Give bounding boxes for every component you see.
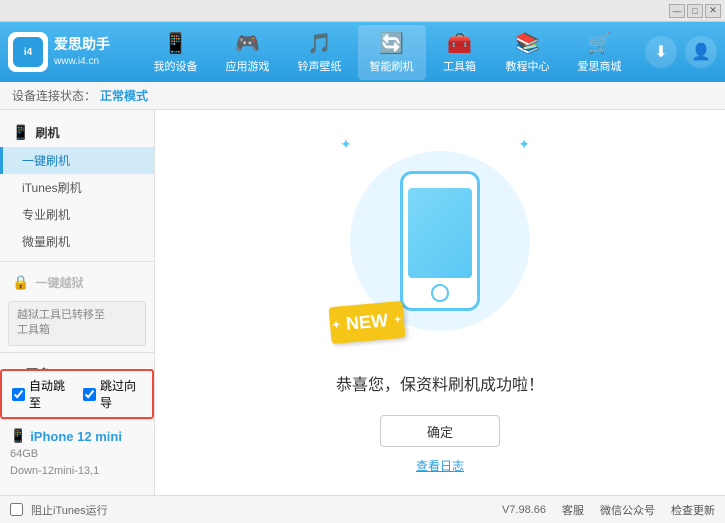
sidebar-divider-2 (0, 352, 154, 353)
nav-label-tools: 工具箱 (443, 58, 476, 74)
sidebar-section-more: ≡ 更多 (0, 359, 154, 369)
jailbreak-section-icon: 🔒 (12, 274, 29, 291)
download-button[interactable]: ⬇ (645, 36, 677, 68)
sidebar-item-itunes[interactable]: iTunes刷机 (0, 174, 154, 201)
sparkle-icon-1: ✦ (340, 136, 352, 153)
tools-icon: 🧰 (447, 31, 472, 56)
phone-illustration: ✦ ✦ ✦ NEW (340, 131, 540, 351)
itunes-label: 阻止iTunes运行 (31, 502, 108, 518)
update-link[interactable]: 检查更新 (671, 502, 715, 518)
sidebar-item-pro[interactable]: 专业刷机 (0, 201, 154, 228)
checkbox-auto-label: 自动跳至 (29, 377, 71, 411)
bottom-bar: 阻止iTunes运行 V7.98.66 客服 微信公众号 检查更新 (0, 495, 725, 523)
sidebar-wrapper: 📱 刷机 一键刷机 iTunes刷机 专业刷机 微量刷机 🔒 一键越狱 越狱工具… (0, 118, 154, 487)
device-phone-icon: 📱 (10, 428, 26, 444)
nav-item-tutorial[interactable]: 📚 教程中心 (494, 25, 562, 80)
phone-home-btn (431, 284, 449, 302)
nav-label-flash: 智能刷机 (370, 58, 414, 74)
apps-icon: 🎮 (235, 31, 260, 56)
logo-icon: i4 (8, 32, 48, 72)
phone-screen (408, 188, 472, 278)
maximize-button[interactable]: □ (687, 4, 703, 18)
device-icon: 📱 (163, 31, 188, 56)
jailbreak-warning: 越狱工具已转移至 工具箱 (8, 301, 146, 346)
itunes-checkbox[interactable] (10, 503, 23, 516)
site-url: www.i4.cn (54, 55, 110, 69)
nav-item-shop[interactable]: 🛒 爱思商城 (566, 25, 634, 80)
nav-items: 📱 我的设备 🎮 应用游戏 🎵 铃声壁纸 🔄 智能刷机 🧰 工具箱 📚 教程中心… (130, 25, 645, 80)
sidebar-item-onekey[interactable]: 一键刷机 (0, 147, 154, 174)
nav-label-device: 我的设备 (154, 58, 198, 74)
success-text: 恭喜您，保资料刷机成功啦！ (336, 371, 544, 395)
version-text: V7.98.66 (502, 504, 546, 516)
nav-actions: ⬇ 👤 (645, 36, 717, 68)
close-button[interactable]: ✕ (705, 4, 721, 18)
top-nav: i4 爱思助手 www.i4.cn 📱 我的设备 🎮 应用游戏 🎵 铃声壁纸 🔄… (0, 22, 725, 82)
nav-item-flash[interactable]: 🔄 智能刷机 (358, 25, 426, 80)
sidebar-section-jailbreak: 🔒 一键越狱 (0, 268, 154, 297)
sidebar-item-micro[interactable]: 微量刷机 (0, 228, 154, 255)
tutorial-icon: 📚 (515, 31, 540, 56)
checkboxes-area: 自动跳至 跳过向导 (0, 369, 154, 419)
bottom-bar-left: 阻止iTunes运行 (10, 502, 502, 518)
shop-icon: 🛒 (587, 31, 612, 56)
sidebar-divider-1 (0, 261, 154, 262)
sidebar: 📱 刷机 一键刷机 iTunes刷机 专业刷机 微量刷机 🔒 一键越狱 越狱工具… (0, 110, 155, 495)
wechat-link[interactable]: 微信公众号 (600, 502, 655, 518)
status-value: 正常模式 (100, 87, 148, 104)
nav-item-apps[interactable]: 🎮 应用游戏 (214, 25, 282, 80)
jailbreak-section-label: 一键越狱 (35, 274, 83, 291)
device-model: Down-12mini-13,1 (10, 463, 144, 480)
checkbox-skip-input[interactable] (83, 388, 96, 401)
flash-icon: 🔄 (379, 31, 404, 56)
flash-section-label: 刷机 (35, 124, 59, 141)
checkbox-skip[interactable]: 跳过向导 (83, 377, 142, 411)
nav-label-shop: 爱思商城 (578, 58, 622, 74)
confirm-button[interactable]: 确定 (380, 415, 500, 447)
nav-item-tools[interactable]: 🧰 工具箱 (430, 25, 490, 80)
main-layout: 📱 刷机 一键刷机 iTunes刷机 专业刷机 微量刷机 🔒 一键越狱 越狱工具… (0, 110, 725, 495)
logo-inner: i4 (13, 37, 43, 67)
checkbox-skip-label: 跳过向导 (100, 377, 142, 411)
sidebar-section-flash: 📱 刷机 (0, 118, 154, 147)
history-link[interactable]: 查看日志 (416, 457, 464, 474)
sidebar-scroll: 📱 刷机 一键刷机 iTunes刷机 专业刷机 微量刷机 🔒 一键越狱 越狱工具… (0, 118, 154, 369)
bottom-bar-right: V7.98.66 客服 微信公众号 检查更新 (502, 502, 715, 518)
new-badge: NEW (329, 301, 406, 344)
nav-item-my-device[interactable]: 📱 我的设备 (142, 25, 210, 80)
title-bar: — □ ✕ (0, 0, 725, 22)
minimize-button[interactable]: — (669, 4, 685, 18)
flash-section-icon: 📱 (12, 124, 29, 141)
customer-service-link[interactable]: 客服 (562, 502, 584, 518)
ringtone-icon: 🎵 (307, 31, 332, 56)
device-name: 📱 iPhone 12 mini (10, 428, 144, 444)
checkbox-auto-input[interactable] (12, 388, 25, 401)
nav-label-ringtone: 铃声壁纸 (298, 58, 342, 74)
nav-label-tutorial: 教程中心 (506, 58, 550, 74)
checkbox-auto[interactable]: 自动跳至 (12, 377, 71, 411)
logo-text: 爱思助手 www.i4.cn (54, 35, 110, 69)
account-button[interactable]: 👤 (685, 36, 717, 68)
brand-name: 爱思助手 (54, 35, 110, 55)
device-panel: 📱 iPhone 12 mini 64GB Down-12mini-13,1 (0, 419, 154, 487)
status-label: 设备连接状态： (12, 87, 96, 104)
sparkle-icon-2: ✦ (518, 136, 530, 153)
content-area: ✦ ✦ ✦ NEW 恭喜您，保资料刷机成功啦！ 确定 查看日志 (155, 110, 725, 495)
device-storage: 64GB (10, 446, 144, 463)
logo: i4 爱思助手 www.i4.cn (8, 32, 110, 72)
phone-body (400, 171, 480, 311)
nav-item-ringtone[interactable]: 🎵 铃声壁纸 (286, 25, 354, 80)
status-bar: 设备连接状态： 正常模式 (0, 82, 725, 110)
nav-label-apps: 应用游戏 (226, 58, 270, 74)
